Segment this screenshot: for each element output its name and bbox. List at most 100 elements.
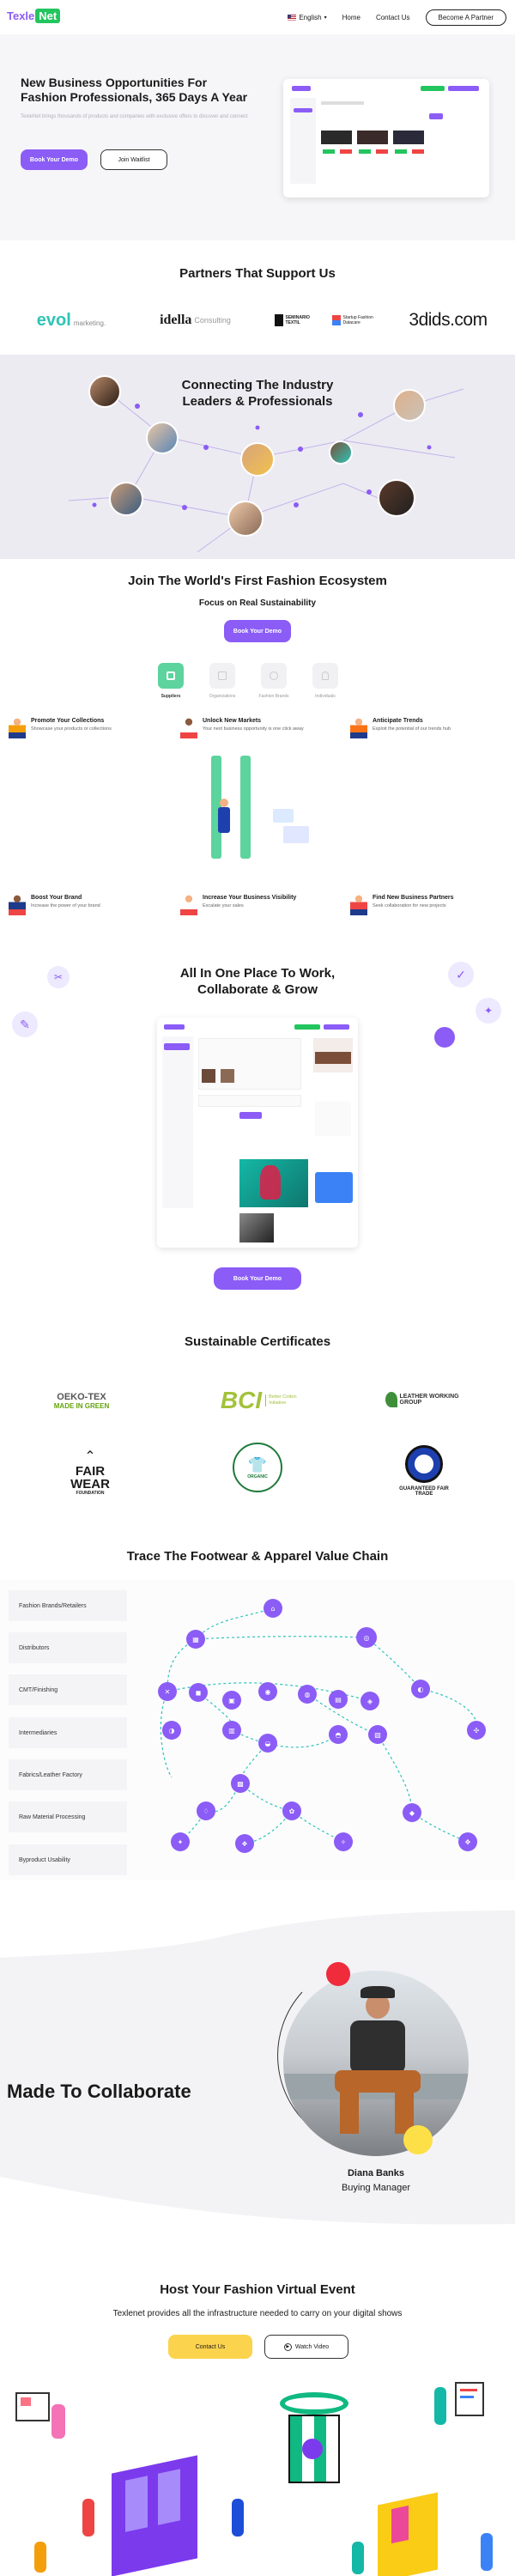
event-title: Host Your Fashion Virtual Event: [160, 2282, 355, 2297]
whiteboard-chart: [460, 2396, 474, 2398]
photo-jacket: [350, 2020, 405, 2074]
feature-title: Promote Your Collections: [31, 718, 105, 724]
tab-fashion-brands[interactable]: [261, 663, 287, 689]
lwg-label: LEATHER WORKING GROUP: [399, 1394, 459, 1406]
mock-logo: [164, 1024, 185, 1030]
booth-panel: [158, 2469, 180, 2525]
tab-suppliers[interactable]: [158, 663, 184, 689]
svg-text:▦: ▦: [192, 1636, 199, 1643]
fair-trade-label: GUARANTEED FAIR TRADE: [399, 1486, 449, 1497]
book-demo-button[interactable]: Book Your Demo: [21, 149, 88, 170]
tab-individuals[interactable]: [312, 663, 338, 689]
svg-text:▩: ▩: [237, 1780, 244, 1788]
avatar: [109, 482, 143, 516]
avatar: [227, 501, 264, 537]
chevron-down-icon: ▾: [324, 15, 327, 21]
svg-text:◉: ◉: [265, 1688, 271, 1696]
mock-row: [198, 1095, 301, 1107]
yellow-dot-decoration: [403, 2125, 433, 2154]
nav-contact-us[interactable]: Contact Us: [376, 14, 410, 21]
person-illustration-icon: [9, 718, 26, 738]
red-dot-decoration: [326, 1962, 350, 1986]
seminario-text: SEMINARIO TEXTIL: [285, 315, 310, 325]
us-flag-icon: [288, 15, 297, 21]
watch-video-button[interactable]: ▶ Watch Video: [264, 2335, 348, 2359]
value-chain-row: Intermediaries: [9, 1717, 127, 1748]
feature-title: Boost Your Brand: [31, 895, 82, 901]
avatar: [329, 440, 353, 465]
chat-bubble-icon: [434, 1027, 455, 1048]
svg-text:✦: ✦: [178, 1838, 184, 1846]
language-selector[interactable]: English ▾: [288, 14, 327, 21]
join-waitlist-button[interactable]: Join Waitlist: [100, 149, 167, 170]
cert-oeko-tex[interactable]: OEKO-TEX MADE IN GREEN: [34, 1381, 129, 1420]
avatar: [146, 422, 179, 454]
tshirt-icon: 👕: [247, 1455, 268, 1473]
cert-fair-wear[interactable]: ⌃ FAIR WEAR FOUNDATION: [62, 1439, 118, 1504]
svg-text:▣: ▣: [228, 1697, 235, 1704]
event-subtitle: Texlenet provides all the infrastructure…: [112, 2309, 403, 2318]
network-title: Connecting The Industry Leaders & Profes…: [0, 377, 515, 410]
mock-side-thumb: [315, 1052, 351, 1064]
partner-logo-3dids[interactable]: 3dids.com: [402, 307, 494, 333]
partner-logo-evol[interactable]: evol marketing.: [24, 307, 118, 333]
svg-text:◍: ◍: [305, 1691, 311, 1698]
startup-text: Startup Fashion Datacare: [342, 315, 373, 325]
svg-text:✕: ✕: [165, 1688, 171, 1696]
globe-icon: [405, 1445, 443, 1483]
mock-post-thumb: [221, 1069, 234, 1083]
svg-text:◑: ◑: [169, 1727, 175, 1735]
value-chain-row: Raw Material Processing: [9, 1801, 127, 1832]
hero-section: New Business Opportunities For Fashion P…: [0, 34, 515, 240]
mock-chip: [429, 113, 443, 119]
nav-home[interactable]: Home: [342, 14, 360, 21]
cert-bci[interactable]: BCI Better Cotton Initiative: [213, 1379, 306, 1422]
person-head: [220, 799, 228, 807]
logo[interactable]: Texle Net: [7, 9, 61, 23]
person-illustration-icon: [350, 718, 367, 738]
value-chain-row: CMT/Finishing: [9, 1674, 127, 1705]
book-demo-button[interactable]: Book Your Demo: [214, 1267, 301, 1290]
watch-video-label: Watch Video: [294, 2343, 330, 2350]
whiteboard: [455, 2382, 484, 2416]
mock-badge: [294, 1024, 320, 1030]
svg-text:▥: ▥: [228, 1727, 235, 1735]
tab-label: Fashion Brands: [258, 694, 289, 699]
leaf-icon: [385, 1392, 397, 1407]
partner-logo-startup[interactable]: Startup Fashion Datacare: [331, 307, 381, 333]
value-chain-graph: ⌂ ▦ ◎ ✕ ◼ ▣ ◉ ◍ ▤ ◈ ◐ ◑ ▥ ◒ ◓ ▧ ✣ ▩ ♢ ✿ ◆ ✦ ❖ ✧ ✥: [158, 1599, 486, 1853]
mock-heading: [321, 101, 364, 105]
organic-label: ORGANIC: [247, 1473, 268, 1479]
become-partner-button[interactable]: Become A Partner: [425, 9, 506, 26]
svg-text:◈: ◈: [367, 1698, 373, 1705]
person-illustration-icon: [9, 895, 26, 915]
svg-text:▧: ▧: [374, 1731, 381, 1739]
bci-label: BCI: [220, 1387, 263, 1413]
person-figure: [82, 2499, 94, 2537]
mock-thumb-2: [357, 131, 388, 144]
sparkle-icon: ✦: [483, 1005, 494, 1017]
whiteboard-chart: [460, 2389, 477, 2391]
svg-text:✿: ✿: [289, 1807, 295, 1815]
made-in-green-label: MADE IN GREEN: [53, 1401, 110, 1410]
mock-badge: [421, 86, 445, 91]
partners-title: Partners That Support Us: [179, 266, 336, 281]
partner-logo-seminario[interactable]: SEMINARIO TEXTIL: [273, 307, 321, 333]
ecosystem-illustration: [197, 747, 318, 876]
cert-fair-trade[interactable]: GUARANTEED FAIR TRADE: [398, 1436, 450, 1506]
hanger-icon: ⌃: [84, 1449, 96, 1464]
cert-organic[interactable]: 👕 ORGANIC: [233, 1443, 282, 1492]
startup-mark-icon: [331, 315, 341, 325]
collaborate-title: Made To Collaborate: [7, 2081, 191, 2102]
contact-us-button[interactable]: Contact Us: [168, 2335, 252, 2359]
dashboard-mockup: [283, 79, 489, 197]
svg-text:◎: ◎: [364, 1634, 370, 1642]
idella-wordmark: idella: [160, 313, 192, 327]
feature-desc: Escalate your sales: [203, 903, 244, 908]
tab-organizations[interactable]: [209, 663, 235, 689]
stage-screen: [302, 2439, 323, 2459]
mock-tag-4: [376, 149, 388, 154]
partner-logo-idella[interactable]: idella Consulting: [150, 307, 240, 333]
book-demo-button[interactable]: Book Your Demo: [224, 620, 291, 642]
cert-lwg[interactable]: LEATHER WORKING GROUP: [379, 1386, 465, 1413]
